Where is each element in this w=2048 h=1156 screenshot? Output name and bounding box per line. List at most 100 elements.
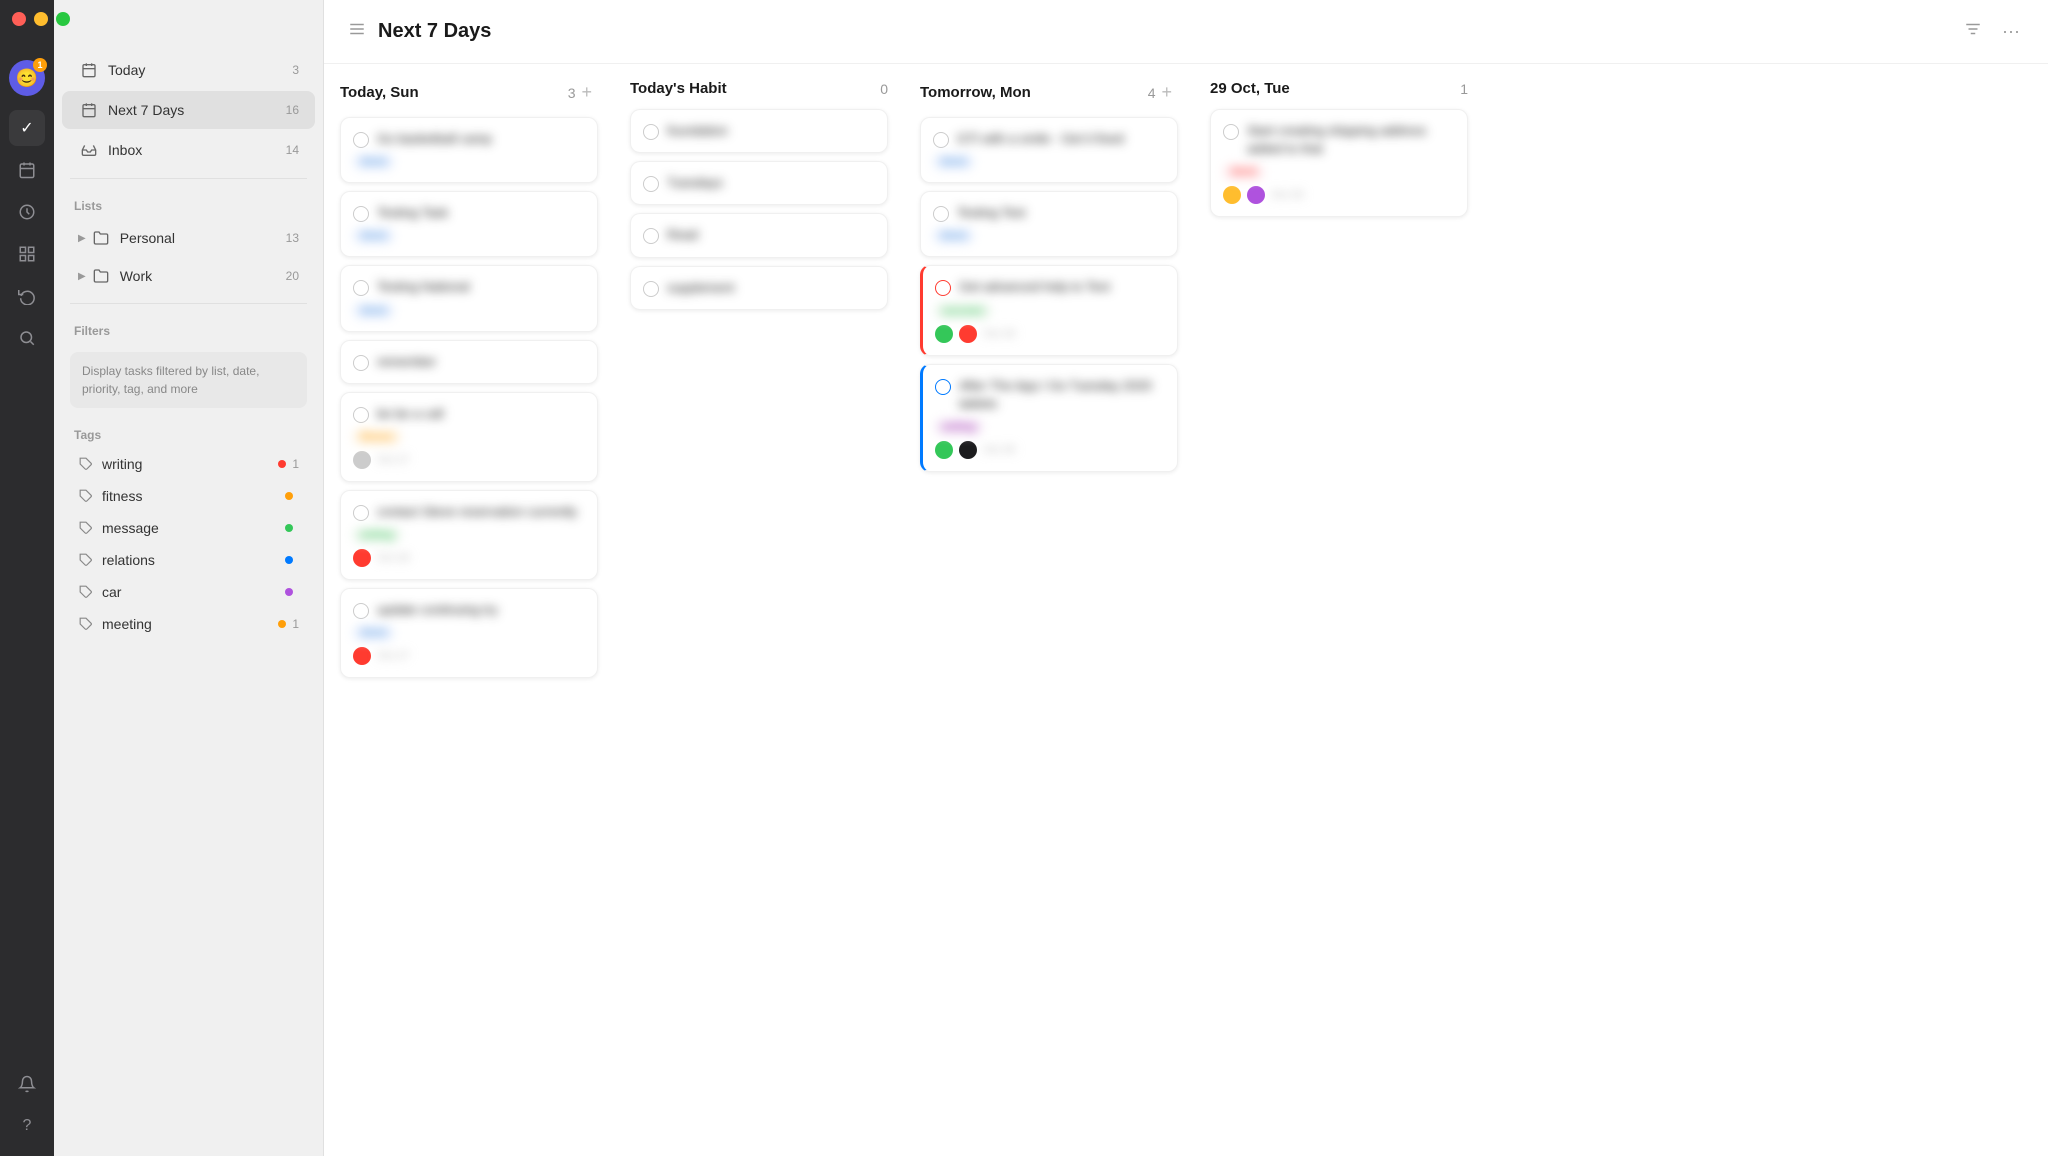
tag-car-label: car xyxy=(102,584,285,600)
task-checkbox[interactable] xyxy=(1223,124,1239,140)
nav-clock[interactable] xyxy=(9,194,45,230)
header-actions: ··· xyxy=(1960,16,2024,47)
sort-icon[interactable] xyxy=(1960,16,1986,47)
nav-help[interactable]: ? xyxy=(9,1108,45,1144)
task-checkbox[interactable] xyxy=(353,206,369,222)
task-card[interactable]: Testing Task Work xyxy=(340,191,598,257)
tag-fitness-dot xyxy=(285,492,293,500)
task-checkbox[interactable] xyxy=(353,280,369,296)
task-date: Oct 27 xyxy=(377,454,409,466)
task-card[interactable]: After The App I Go Tuesday 2020 tablets … xyxy=(920,364,1178,472)
task-checkbox[interactable] xyxy=(353,355,369,371)
work-label: Work xyxy=(120,268,286,284)
col-today-add-btn[interactable]: + xyxy=(575,80,598,105)
nav-apps[interactable] xyxy=(9,236,45,272)
sidebar-divider-2 xyxy=(70,303,307,304)
task-card[interactable]: Testing Test Work xyxy=(920,191,1178,257)
tag-item-writing[interactable]: writing 1 xyxy=(62,449,315,479)
task-card[interactable]: Go basketball camp Work xyxy=(340,117,598,183)
task-card[interactable]: contact Steve reservation currently writ… xyxy=(340,490,598,580)
tag-writing-label: writing xyxy=(102,456,278,472)
list-item-personal[interactable]: ▶ Personal 13 xyxy=(62,220,315,256)
task-checkbox[interactable] xyxy=(643,176,659,192)
task-checkbox[interactable] xyxy=(353,132,369,148)
tag-writing-count: 1 xyxy=(292,457,299,471)
task-priority-indicator xyxy=(353,549,371,567)
traffic-lights xyxy=(12,12,70,26)
today-count: 3 xyxy=(292,63,299,77)
close-button[interactable] xyxy=(12,12,26,26)
task-checkbox[interactable] xyxy=(353,505,369,521)
task-checkbox[interactable] xyxy=(643,228,659,244)
col-tomorrow-header: Tomorrow, Mon 4 + xyxy=(920,80,1178,105)
task-title: Testing Test xyxy=(957,204,1165,222)
tag-relations-icon xyxy=(78,552,94,568)
filters-placeholder-box[interactable]: Display tasks filtered by list, date, pr… xyxy=(70,352,307,408)
sidebar-divider-1 xyxy=(70,178,307,179)
tag-item-message[interactable]: message xyxy=(62,513,315,543)
maximize-button[interactable] xyxy=(56,12,70,26)
task-tag: Work xyxy=(1223,164,1264,180)
nav-search[interactable] xyxy=(9,320,45,356)
task-meta: Oct 30 xyxy=(935,441,1165,459)
sidebar-item-inbox[interactable]: Inbox 14 xyxy=(62,131,315,169)
col-tomorrow-add-btn[interactable]: + xyxy=(1155,80,1178,105)
task-card[interactable]: be be a call fitness Oct 27 xyxy=(340,392,598,482)
task-card[interactable]: foundation xyxy=(630,109,888,153)
tag-message-dot xyxy=(285,524,293,532)
task-card[interactable]: GTI with a smile - Get it fixed Work xyxy=(920,117,1178,183)
nav-refresh[interactable] xyxy=(9,278,45,314)
tag-message-icon xyxy=(78,520,94,536)
sidebar-item-next7days[interactable]: Next 7 Days 16 xyxy=(62,91,315,129)
sidebar-item-today[interactable]: Today 3 xyxy=(62,51,315,89)
col-today-header: Today, Sun 3 + xyxy=(340,80,598,105)
list-item-work[interactable]: ▶ Work 20 xyxy=(62,258,315,294)
task-tag: Work xyxy=(933,154,974,170)
tag-car-icon xyxy=(78,584,94,600)
task-card[interactable]: Tuesdays xyxy=(630,161,888,205)
tag-item-meeting[interactable]: meeting 1 xyxy=(62,609,315,639)
lists-section-label: Lists xyxy=(54,187,323,219)
personal-arrow-icon: ▶ xyxy=(78,233,86,244)
tag-car-dot xyxy=(285,588,293,596)
task-checkbox[interactable] xyxy=(935,280,951,296)
task-date: Oct 30 xyxy=(983,444,1015,456)
task-checkbox[interactable] xyxy=(643,281,659,297)
task-checkbox[interactable] xyxy=(643,124,659,140)
task-card[interactable]: Get advanced help to Text success Oct 29 xyxy=(920,265,1178,355)
tag-item-relations[interactable]: relations xyxy=(62,545,315,575)
tag-item-fitness[interactable]: fitness xyxy=(62,481,315,511)
minimize-button[interactable] xyxy=(34,12,48,26)
task-checkbox[interactable] xyxy=(933,206,949,222)
nav-check[interactable]: ✓ xyxy=(9,110,45,146)
task-card[interactable]: Start creating shipping address added to… xyxy=(1210,109,1468,217)
tag-fitness-icon xyxy=(78,488,94,504)
nav-bell[interactable] xyxy=(9,1066,45,1102)
task-checkbox[interactable] xyxy=(353,407,369,423)
task-card[interactable]: update continuing try Work Oct 27 xyxy=(340,588,598,678)
task-assignee-avatar-2 xyxy=(1247,186,1265,204)
tag-writing-dot xyxy=(278,460,286,468)
task-meta: Oct 28 xyxy=(353,549,585,567)
tag-item-car[interactable]: car xyxy=(62,577,315,607)
task-tag: success xyxy=(935,303,991,319)
more-options-icon[interactable]: ··· xyxy=(1998,17,2024,46)
task-meta: Oct 29 xyxy=(1223,186,1455,204)
task-card[interactable]: supplement xyxy=(630,266,888,310)
col-today-count: 3 xyxy=(568,85,576,101)
menu-icon[interactable] xyxy=(348,20,366,43)
task-title: Tuesdays xyxy=(667,174,875,192)
task-checkbox[interactable] xyxy=(933,132,949,148)
nav-calendar[interactable] xyxy=(9,152,45,188)
tag-meeting-count: 1 xyxy=(292,617,299,631)
task-card[interactable]: Read xyxy=(630,213,888,257)
task-checkbox[interactable] xyxy=(935,379,951,395)
work-folder-icon xyxy=(90,265,112,287)
task-checkbox[interactable] xyxy=(353,603,369,619)
task-title: contact Steve reservation currently xyxy=(377,503,585,521)
task-card[interactable]: Testing National Work xyxy=(340,265,598,331)
task-date: Oct 28 xyxy=(377,552,409,564)
task-card[interactable]: remember xyxy=(340,340,598,384)
task-tag: writing xyxy=(353,527,401,543)
task-title: Get advanced help to Text xyxy=(959,278,1165,296)
